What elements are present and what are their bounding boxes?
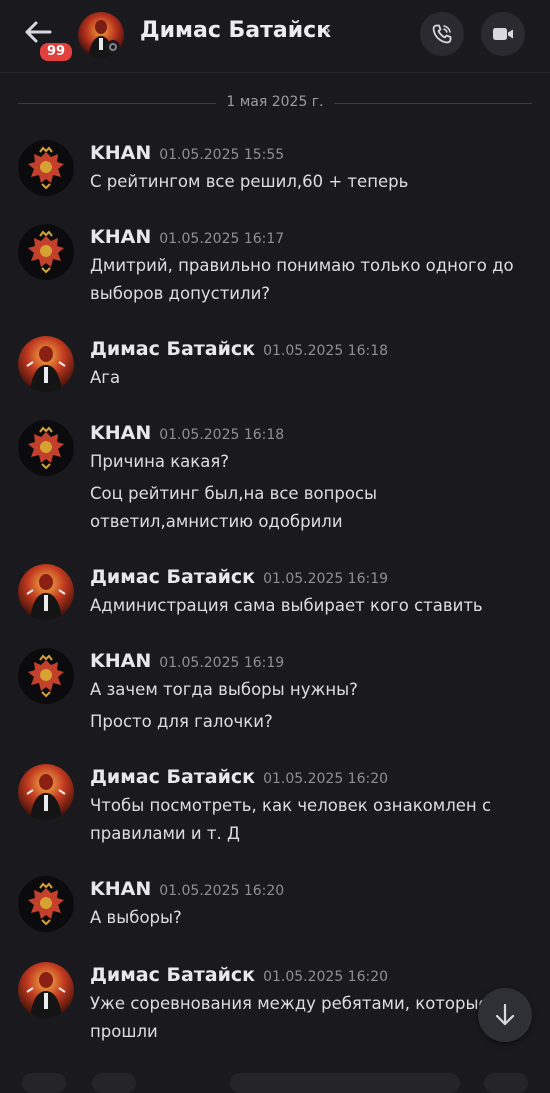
chat-header: 99 Димас Батайск ›	[0, 0, 550, 73]
avatar[interactable]	[18, 764, 74, 820]
author-name[interactable]: Димас Батайск	[90, 338, 255, 360]
avatar[interactable]	[18, 648, 74, 704]
message-text: Дмитрий, правильно понимаю только одного…	[90, 256, 514, 275]
chevron-right-icon[interactable]: ›	[324, 20, 331, 41]
avatar[interactable]	[18, 876, 74, 932]
unread-badge: 99	[38, 41, 75, 63]
timestamp: 01.05.2025 16:18	[159, 427, 285, 443]
timestamp: 01.05.2025 15:55	[159, 147, 285, 163]
author-name[interactable]: KHAN	[90, 142, 151, 164]
video-button[interactable]	[481, 12, 525, 56]
author-name[interactable]: KHAN	[90, 650, 151, 672]
composer-bar	[0, 1068, 550, 1093]
chat-title[interactable]: Димас Батайск	[140, 18, 331, 43]
message-text: выборов допустили?	[90, 284, 271, 303]
message-text: А выборы?	[90, 908, 182, 927]
timestamp: 01.05.2025 16:18	[263, 343, 389, 359]
message-header: Димас Батайск 01.05.2025 16:18	[90, 338, 388, 360]
arrow-down-icon	[495, 1003, 515, 1026]
message-text: Просто для галочки?	[90, 712, 273, 731]
message-header: Димас Батайск 01.05.2025 16:20	[90, 964, 388, 986]
divider-line	[334, 103, 532, 104]
author-name[interactable]: KHAN	[90, 422, 151, 444]
author-name[interactable]: Димас Батайск	[90, 964, 255, 986]
avatar[interactable]	[18, 420, 74, 476]
message-header: KHAN 01.05.2025 16:17	[90, 226, 284, 248]
timestamp: 01.05.2025 16:20	[263, 969, 389, 985]
message-header: Димас Батайск 01.05.2025 16:19	[90, 566, 388, 588]
message-text: С рейтингом все решил,60 + теперь	[90, 172, 409, 191]
message-text: прошли	[90, 1022, 158, 1041]
author-name[interactable]: KHAN	[90, 878, 151, 900]
phone-icon	[432, 24, 452, 44]
message-text: Соц рейтинг был,на все вопросы	[90, 484, 378, 503]
message-header: KHAN 01.05.2025 16:20	[90, 878, 284, 900]
author-name[interactable]: Димас Батайск	[90, 566, 255, 588]
timestamp: 01.05.2025 16:17	[159, 231, 285, 247]
scroll-to-bottom-button[interactable]	[478, 988, 532, 1042]
message-text: Администрация сама выбирает кого ставить	[90, 596, 483, 615]
message-text: А зачем тогда выборы нужны?	[90, 680, 358, 699]
date-divider: 1 мая 2025 г.	[18, 92, 532, 114]
message-header: KHAN 01.05.2025 15:55	[90, 142, 284, 164]
date-label: 1 мая 2025 г.	[226, 94, 324, 110]
message-header: KHAN 01.05.2025 16:18	[90, 422, 284, 444]
timestamp: 01.05.2025 16:19	[159, 655, 285, 671]
status-indicator	[106, 40, 120, 54]
message-text: Чтобы посмотреть, как человек ознакомлен…	[90, 796, 492, 815]
message-text: ответил,амнистию одобрили	[90, 512, 343, 531]
message-text: Уже соревнования между ребятами, которые	[90, 994, 489, 1013]
timestamp: 01.05.2025 16:19	[263, 571, 389, 587]
author-name[interactable]: Димас Батайск	[90, 766, 255, 788]
video-camera-icon	[493, 28, 513, 40]
divider-line	[18, 103, 216, 104]
timestamp: 01.05.2025 16:20	[159, 883, 285, 899]
avatar[interactable]	[18, 140, 74, 196]
avatar[interactable]	[18, 564, 74, 620]
message-text: Ага	[90, 368, 121, 387]
author-name[interactable]: KHAN	[90, 226, 151, 248]
avatar[interactable]	[18, 336, 74, 392]
call-button[interactable]	[420, 12, 464, 56]
message-header: Димас Батайск 01.05.2025 16:20	[90, 766, 388, 788]
message-text: Причина какая?	[90, 452, 230, 471]
avatar[interactable]	[18, 962, 74, 1018]
message-text: правилами и т. Д	[90, 824, 240, 843]
avatar[interactable]	[18, 224, 74, 280]
message-header: KHAN 01.05.2025 16:19	[90, 650, 284, 672]
timestamp: 01.05.2025 16:20	[263, 771, 389, 787]
